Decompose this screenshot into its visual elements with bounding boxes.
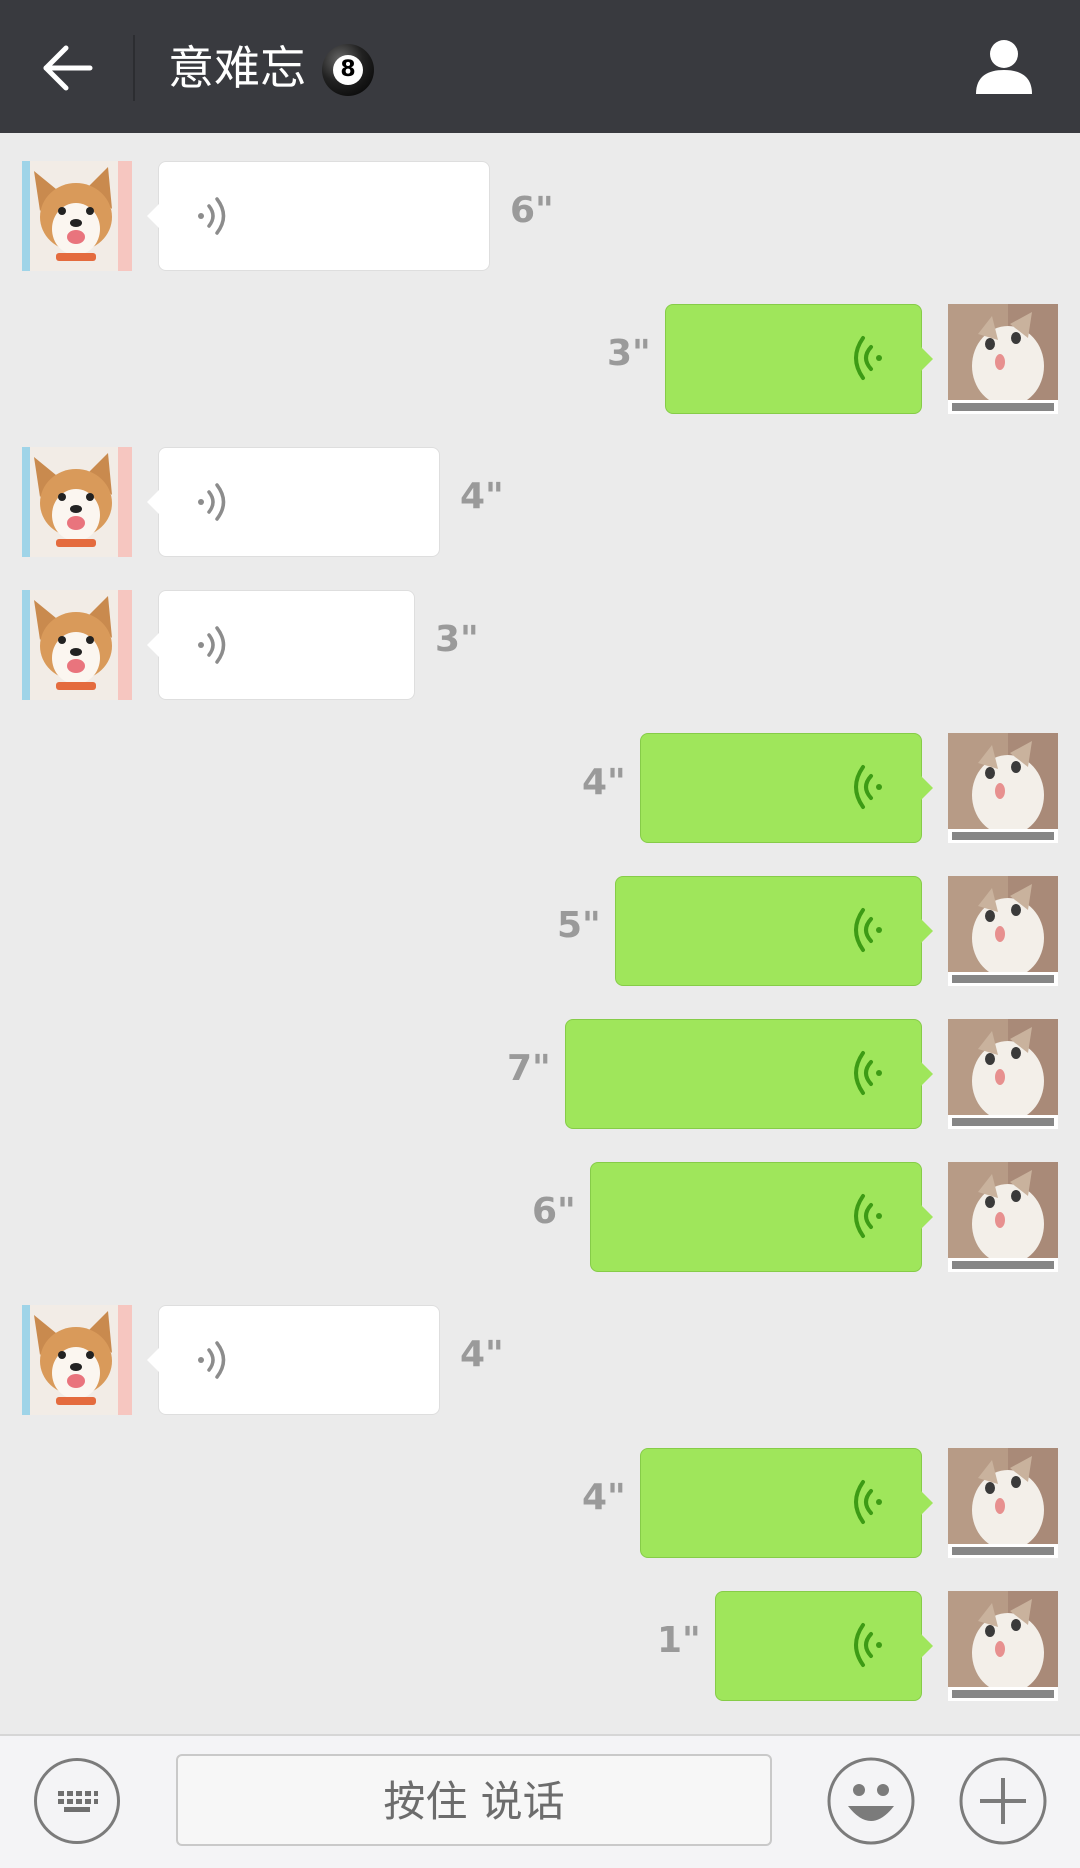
avatar[interactable] bbox=[948, 876, 1058, 986]
voice-bubble[interactable] bbox=[147, 1305, 440, 1415]
sent-voice-message: 6" bbox=[0, 1162, 1080, 1272]
voice-wave-icon bbox=[197, 1340, 231, 1384]
voice-duration: 4" bbox=[582, 762, 626, 803]
voice-wave-icon bbox=[849, 1622, 883, 1672]
received-voice-message: 4" bbox=[0, 447, 1080, 557]
sent-voice-message: 5" bbox=[0, 876, 1080, 986]
eight-ball-badge: 8 bbox=[322, 44, 374, 96]
voice-bubble[interactable] bbox=[640, 1448, 933, 1558]
voice-duration: 3" bbox=[435, 619, 479, 660]
avatar[interactable] bbox=[948, 1591, 1058, 1701]
received-voice-message: 6" bbox=[0, 161, 1080, 271]
voice-bubble[interactable] bbox=[640, 733, 933, 843]
voice-bubble[interactable] bbox=[147, 161, 490, 271]
bubble-tail bbox=[921, 919, 933, 943]
bubble-tail bbox=[921, 1062, 933, 1086]
sent-voice-message: 4" bbox=[0, 733, 1080, 843]
plus-icon[interactable] bbox=[958, 1756, 1048, 1846]
voice-bubble[interactable] bbox=[665, 304, 933, 414]
bubble-tail bbox=[921, 347, 933, 371]
bubble-tail bbox=[147, 490, 159, 514]
voice-bubble[interactable] bbox=[565, 1019, 933, 1129]
badge-number: 8 bbox=[333, 55, 363, 85]
voice-duration: 1" bbox=[657, 1620, 701, 1661]
avatar[interactable] bbox=[22, 1305, 132, 1415]
voice-wave-icon bbox=[849, 1050, 883, 1100]
bubble-tail bbox=[147, 633, 159, 657]
sent-voice-message: 1" bbox=[0, 1591, 1080, 1701]
emoji-icon[interactable] bbox=[826, 1756, 916, 1846]
voice-wave-icon bbox=[849, 907, 883, 957]
voice-wave-icon bbox=[197, 625, 231, 669]
sent-voice-message: 3" bbox=[0, 304, 1080, 414]
received-voice-message: 4" bbox=[0, 1305, 1080, 1415]
bubble-tail bbox=[921, 776, 933, 800]
voice-bubble[interactable] bbox=[147, 590, 415, 700]
voice-wave-icon bbox=[197, 482, 231, 526]
bubble-tail bbox=[921, 1491, 933, 1515]
voice-wave-icon bbox=[849, 1193, 883, 1243]
voice-bubble[interactable] bbox=[615, 876, 933, 986]
voice-duration: 5" bbox=[557, 905, 601, 946]
voice-duration: 6" bbox=[532, 1191, 576, 1232]
voice-duration: 4" bbox=[460, 476, 504, 517]
voice-duration: 7" bbox=[507, 1048, 551, 1089]
voice-bubble[interactable] bbox=[715, 1591, 933, 1701]
voice-bubble[interactable] bbox=[147, 447, 440, 557]
avatar[interactable] bbox=[22, 447, 132, 557]
bubble-tail bbox=[921, 1634, 933, 1658]
voice-bubble[interactable] bbox=[590, 1162, 933, 1272]
received-voice-message: 3" bbox=[0, 590, 1080, 700]
avatar[interactable] bbox=[22, 161, 132, 271]
bubble-tail bbox=[921, 1205, 933, 1229]
avatar[interactable] bbox=[948, 1162, 1058, 1272]
input-bar: 按住 说话 bbox=[0, 1734, 1080, 1868]
avatar[interactable] bbox=[948, 733, 1058, 843]
voice-duration: 3" bbox=[607, 333, 651, 374]
keyboard-icon[interactable] bbox=[34, 1758, 120, 1844]
voice-duration: 4" bbox=[582, 1477, 626, 1518]
back-arrow-icon[interactable] bbox=[40, 40, 96, 96]
sent-voice-message: 4" bbox=[0, 1448, 1080, 1558]
avatar[interactable] bbox=[22, 590, 132, 700]
voice-wave-icon bbox=[849, 335, 883, 385]
voice-wave-icon bbox=[849, 1479, 883, 1529]
voice-wave-icon bbox=[197, 196, 231, 240]
avatar[interactable] bbox=[948, 1019, 1058, 1129]
chat-header: 意难忘 8 bbox=[0, 0, 1080, 133]
chat-title: 意难忘 bbox=[168, 41, 306, 95]
avatar[interactable] bbox=[948, 1448, 1058, 1558]
voice-duration: 6" bbox=[510, 190, 554, 231]
person-icon[interactable] bbox=[972, 34, 1036, 98]
avatar[interactable] bbox=[948, 304, 1058, 414]
sent-voice-message: 7" bbox=[0, 1019, 1080, 1129]
hold-to-talk-button[interactable]: 按住 说话 bbox=[176, 1754, 772, 1846]
bubble-tail bbox=[147, 204, 159, 228]
bubble-tail bbox=[147, 1348, 159, 1372]
voice-wave-icon bbox=[849, 764, 883, 814]
header-divider bbox=[133, 35, 135, 101]
voice-duration: 4" bbox=[460, 1334, 504, 1375]
